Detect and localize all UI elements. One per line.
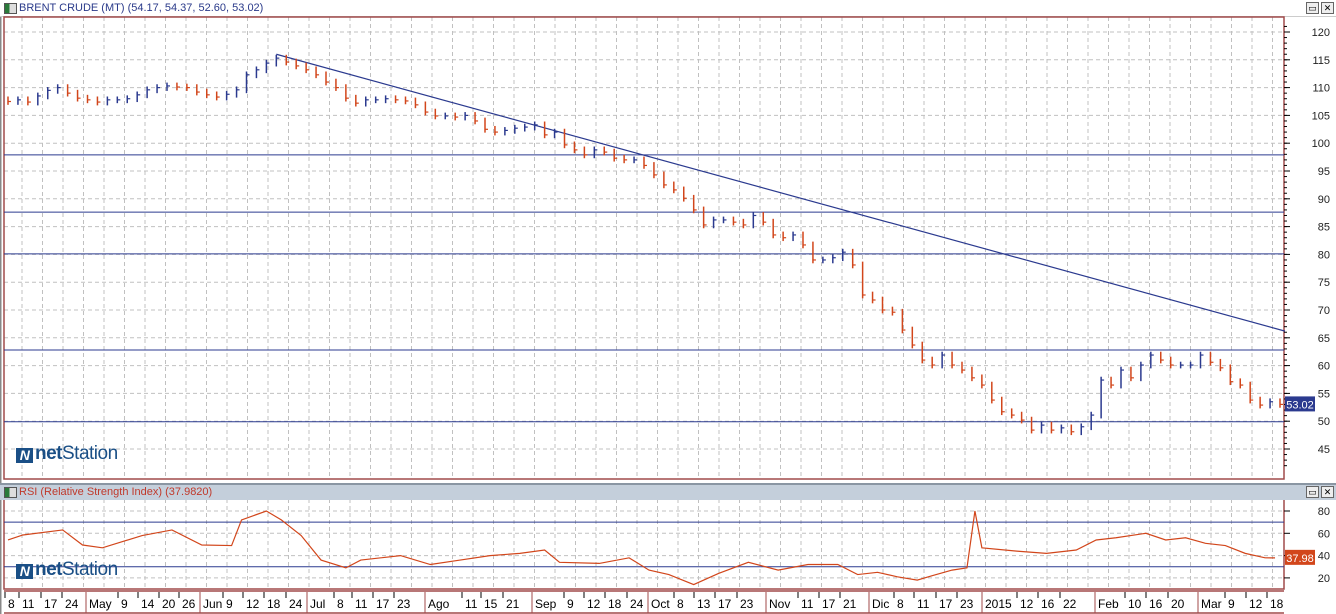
x-tick-label: 16 bbox=[1041, 597, 1055, 611]
rsi-panel-title: RSI (Relative Strength Index) (37.9820) bbox=[19, 486, 213, 498]
x-tick-label: 17 bbox=[44, 597, 58, 611]
x-tick-label: 21 bbox=[506, 597, 520, 611]
x-tick-label: 8 bbox=[8, 597, 15, 611]
panel-icon bbox=[4, 487, 17, 498]
x-tick-label: 16 bbox=[1149, 597, 1163, 611]
x-tick-label: 12 bbox=[1249, 597, 1263, 611]
y-tick-label: 115 bbox=[1312, 55, 1330, 67]
x-tick-label: 14 bbox=[141, 597, 155, 611]
x-tick-label: 11 bbox=[22, 597, 35, 611]
y-tick-label: 70 bbox=[1318, 305, 1330, 317]
rsi-y-tick-label: 60 bbox=[1318, 528, 1330, 540]
y-tick-label: 110 bbox=[1312, 83, 1330, 95]
x-tick-label: 11 bbox=[917, 597, 930, 611]
x-tick-label: Nov bbox=[769, 597, 790, 611]
x-tick-label: Oct bbox=[651, 597, 670, 611]
y-tick-label: 75 bbox=[1318, 277, 1330, 289]
y-tick-label: 50 bbox=[1318, 416, 1330, 428]
x-tick-label: 9 bbox=[1228, 597, 1235, 611]
x-tick-label: 12 bbox=[246, 597, 260, 611]
rsi-y-tick-label: 40 bbox=[1318, 551, 1330, 563]
x-tick-label: 11 bbox=[801, 597, 814, 611]
netstation-logo-rsi: NnetStation bbox=[16, 559, 118, 581]
y-tick-label: 80 bbox=[1318, 249, 1330, 261]
x-tick-label: 15 bbox=[484, 597, 498, 611]
x-tick-label: 12 bbox=[587, 597, 601, 611]
x-tick-label: 22 bbox=[1063, 597, 1077, 611]
rsi-y-tick-label: 80 bbox=[1318, 506, 1330, 518]
x-tick-label: 17 bbox=[718, 597, 732, 611]
x-tick-label: 24 bbox=[289, 597, 303, 611]
x-tick-label: 23 bbox=[740, 597, 754, 611]
x-tick-label: 18 bbox=[1270, 597, 1284, 611]
logo-mark-icon: N bbox=[16, 448, 33, 463]
x-tick-label: 17 bbox=[822, 597, 836, 611]
y-tick-label: 45 bbox=[1318, 444, 1330, 456]
rsi-maximize-button[interactable]: ▭ bbox=[1306, 486, 1319, 498]
y-tick-label: 60 bbox=[1318, 361, 1330, 373]
y-tick-label: 95 bbox=[1318, 166, 1330, 178]
x-tick-label: May bbox=[89, 597, 112, 611]
x-tick-label: Mar bbox=[1201, 597, 1222, 611]
x-tick-label: 9 bbox=[121, 597, 128, 611]
main-plot-frame bbox=[3, 16, 1285, 480]
x-tick-label: 18 bbox=[267, 597, 281, 611]
x-tick-label: 11 bbox=[465, 597, 478, 611]
x-tick-label: Dic bbox=[872, 597, 889, 611]
x-tick-label: 26 bbox=[182, 597, 196, 611]
rsi-y-tick-label: 20 bbox=[1318, 573, 1330, 585]
x-tick-label: Ago bbox=[428, 597, 450, 611]
y-tick-label: 90 bbox=[1318, 194, 1330, 206]
x-tick-label: Jun bbox=[203, 597, 222, 611]
rsi-plot-frame bbox=[3, 498, 1285, 590]
x-tick-label: 23 bbox=[397, 597, 411, 611]
x-tick-label: 20 bbox=[162, 597, 176, 611]
netstation-logo: NnetStation bbox=[16, 443, 118, 465]
y-tick-label: 120 bbox=[1312, 27, 1330, 39]
price-chart: 45 50 55 60 65 70 75 80 85 90 95 100 105 110 115 120 20 4… bbox=[0, 16, 1330, 614]
x-tick-label: 24 bbox=[65, 597, 79, 611]
x-tick-label: 11 bbox=[355, 597, 368, 611]
x-tick-label: 20 bbox=[1171, 597, 1185, 611]
x-tick-label: Jul bbox=[310, 597, 325, 611]
x-tick-label: 8 bbox=[897, 597, 904, 611]
x-tick-label: 23 bbox=[960, 597, 974, 611]
y-tick-label: 100 bbox=[1312, 138, 1330, 150]
x-tick-label: 9 bbox=[226, 597, 233, 611]
x-tick-label: 13 bbox=[697, 597, 711, 611]
x-tick-label: 8 bbox=[677, 597, 684, 611]
logo-mark-icon: N bbox=[16, 564, 33, 579]
x-tick-label: 2015 bbox=[985, 597, 1012, 611]
x-tick-label: 21 bbox=[843, 597, 857, 611]
x-tick-label: 18 bbox=[608, 597, 622, 611]
x-tick-label: 8 bbox=[337, 597, 344, 611]
x-tick-label: 17 bbox=[939, 597, 953, 611]
x-tick-label: 24 bbox=[630, 597, 644, 611]
x-tick-label: 17 bbox=[376, 597, 390, 611]
y-tick-label: 55 bbox=[1318, 388, 1330, 400]
last-rsi-label: 37.98 bbox=[1286, 553, 1314, 565]
x-tick-label: 10 bbox=[1128, 597, 1142, 611]
x-tick-label: Feb bbox=[1098, 597, 1119, 611]
y-tick-label: 85 bbox=[1318, 222, 1330, 234]
x-tick-label: Sep bbox=[535, 597, 557, 611]
rsi-panel-titlebar: RSI (Relative Strength Index) (37.9820) … bbox=[0, 483, 1336, 500]
y-tick-label: 65 bbox=[1318, 333, 1330, 345]
last-price-label: 53.02 bbox=[1286, 399, 1314, 411]
x-tick-label: 12 bbox=[1020, 597, 1034, 611]
rsi-close-button[interactable]: ✕ bbox=[1321, 486, 1334, 498]
y-tick-label: 105 bbox=[1312, 110, 1330, 122]
x-tick-label: 9 bbox=[567, 597, 574, 611]
